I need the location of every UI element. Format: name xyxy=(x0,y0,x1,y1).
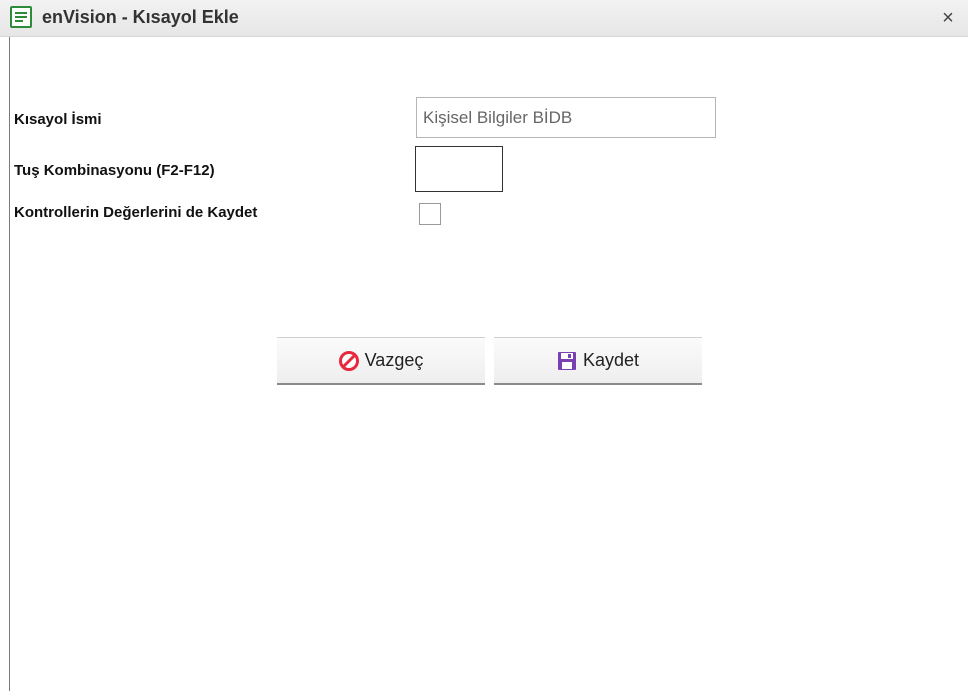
shortcut-name-input[interactable] xyxy=(416,97,716,138)
cancel-button[interactable]: Vazgeç xyxy=(277,337,485,385)
key-combination-label: Tuş Kombinasyonu (F2-F12) xyxy=(14,162,215,179)
floppy-disk-icon xyxy=(557,351,577,371)
save-button-label: Kaydet xyxy=(582,350,640,370)
cancel-button-label: Vazgeç xyxy=(364,350,424,370)
cancel-icon xyxy=(338,350,359,371)
save-button[interactable]: Kaydet xyxy=(494,337,702,385)
window-title: enVision - Kısayol Ekle xyxy=(42,7,239,27)
close-icon[interactable]: × xyxy=(938,7,958,29)
save-values-label: Kontrollerin Değerlerini de Kaydet xyxy=(14,204,258,221)
document-list-icon xyxy=(10,6,32,28)
dialog-content: Kısayol İsmi Tuş Kombinasyonu (F2-F12) K… xyxy=(9,37,968,691)
key-combination-input[interactable] xyxy=(415,146,503,192)
shortcut-name-label: Kısayol İsmi xyxy=(14,111,102,128)
title-bar: enVision - Kısayol Ekle × xyxy=(0,0,968,37)
save-values-checkbox[interactable] xyxy=(419,203,441,225)
